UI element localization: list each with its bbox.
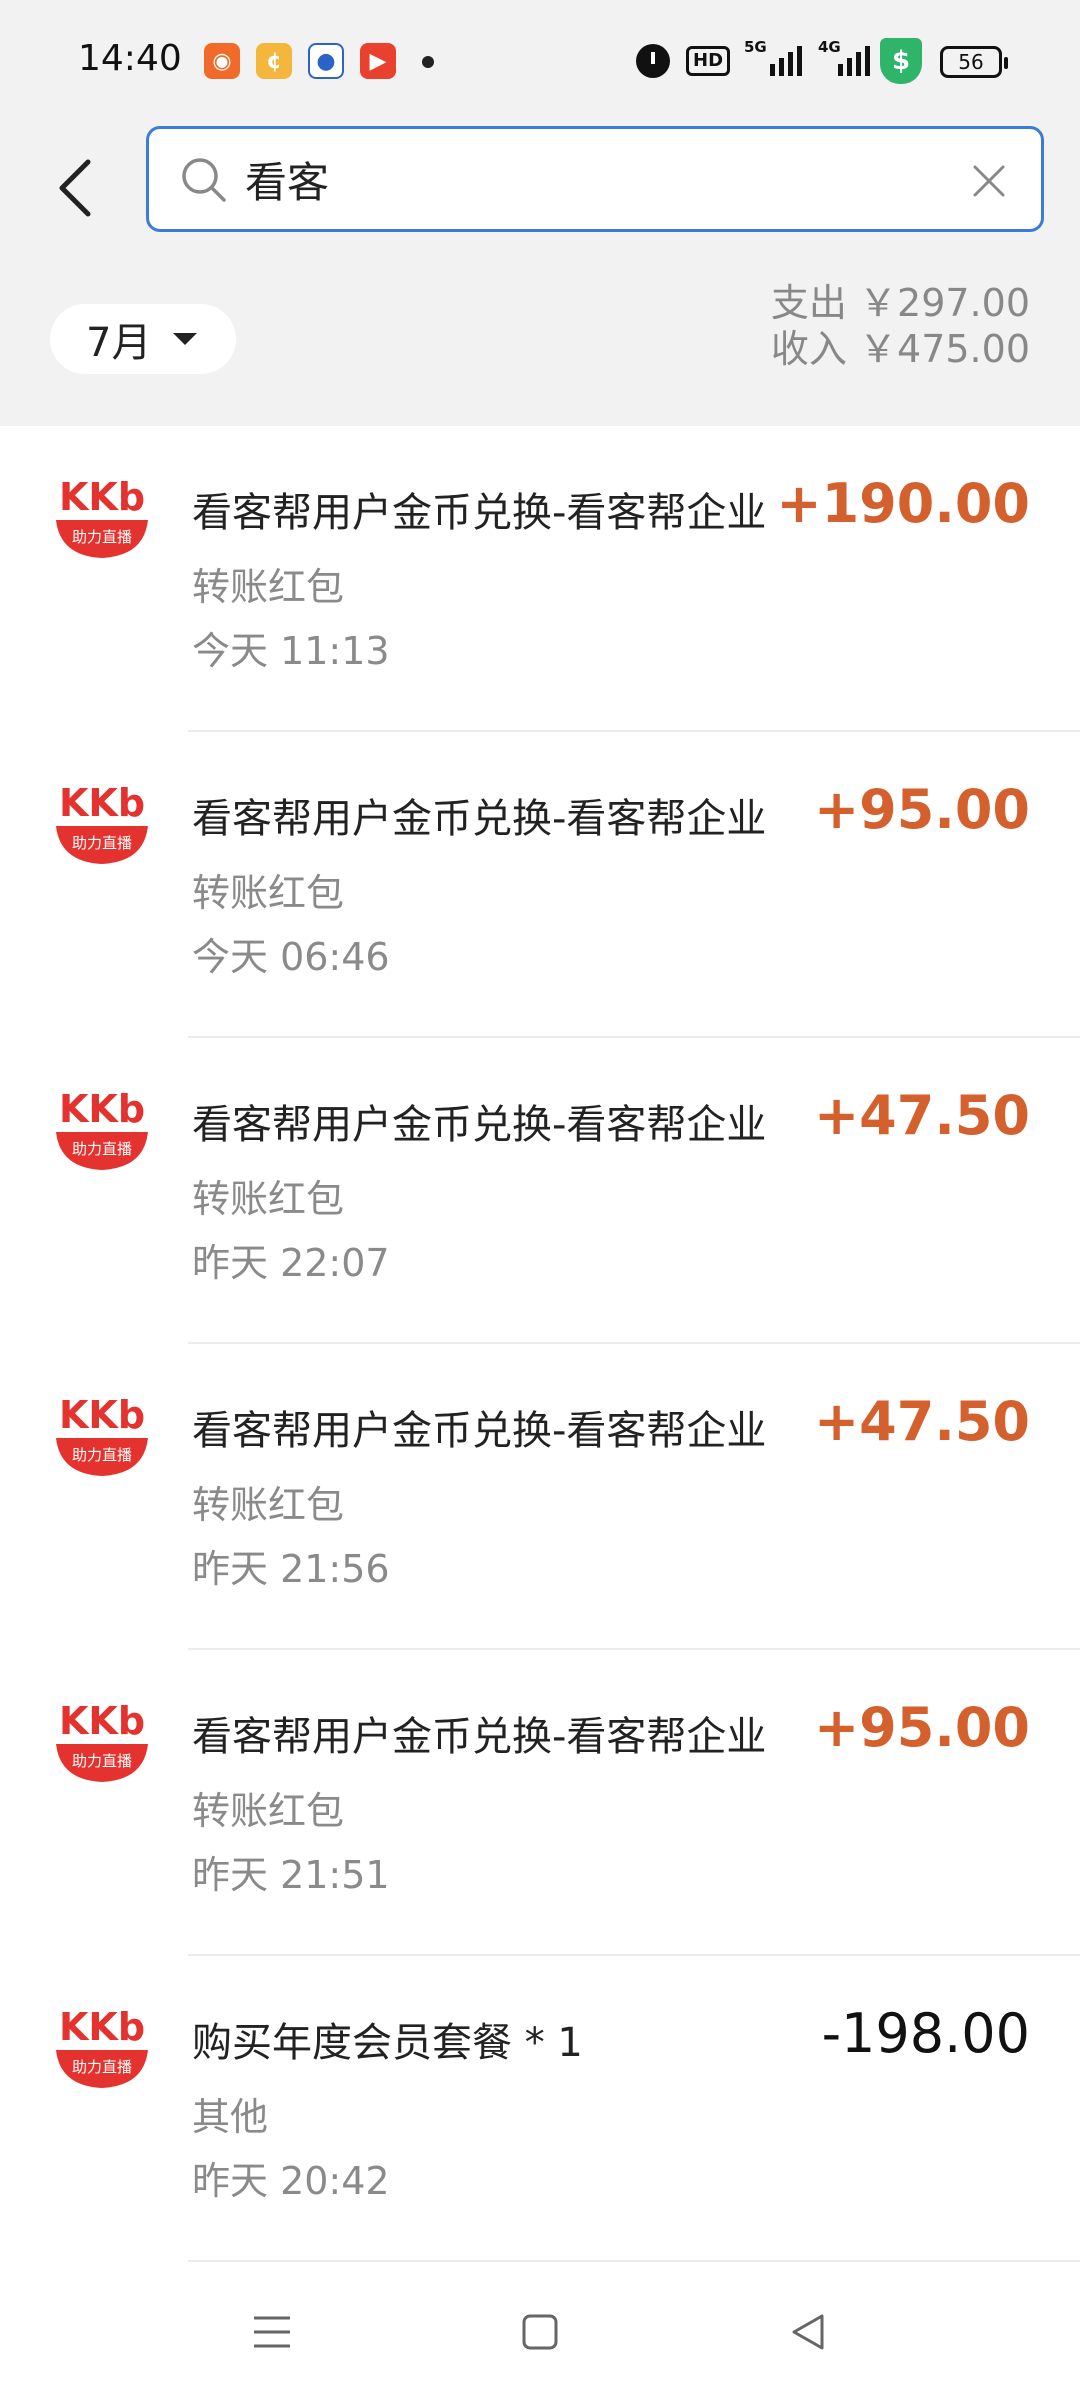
transaction-row[interactable]: KKb 助力直播 购买年度会员套餐 * 1 其他 昨天 20:42 -198.0… [0,1956,1080,2262]
logo-brand: KKb [59,1393,145,1437]
income-label: 收入 [770,327,847,371]
logo-brand: KKb [59,475,145,519]
back-button[interactable] [46,148,106,228]
transaction-amount: +95.00 [813,1696,1030,1759]
expense-summary: 支出 ￥297.00 [771,280,1030,326]
income-value: ￥475.00 [859,327,1030,371]
transaction-time: 昨天 22:07 [192,1241,390,1285]
transaction-time: 昨天 21:51 [192,1853,390,1897]
transaction-row[interactable]: KKb 助力直播 看客帮用户金币兑换-看客帮企业 转账红包 昨天 21:51 +… [0,1650,1080,1956]
transaction-title: 看客帮用户金币兑换-看客帮企业 [192,490,767,536]
battery-icon: 56 [940,46,1008,78]
transaction-row[interactable]: KKb 助力直播 看客帮用户金币兑换-看客帮企业 转账红包 今天 11:13 +… [0,426,1080,732]
kkb-logo-icon: KKb 助力直播 [56,475,148,558]
caret-down-icon [173,333,198,345]
search-header: 7月 支出 ￥297.00 收入 ￥475.00 [0,120,1080,426]
kkb-logo-icon: KKb 助力直播 [56,1087,148,1170]
notification-dot-icon [422,56,434,68]
video-app-icon: ▶ [360,43,396,79]
search-box[interactable] [146,126,1044,232]
kkb-logo-icon: KKb 助力直播 [56,2005,148,2088]
transaction-amount: +190.00 [776,472,1030,535]
coin-app-icon: ¢ [256,43,292,79]
logo-tagline: 助力直播 [72,1140,132,1158]
logo-brand: KKb [59,781,145,825]
logo-tagline: 助力直播 [72,528,132,546]
network-5g-label: 5G [744,38,767,56]
transaction-time: 今天 11:13 [192,629,390,673]
system-nav-bar [0,2262,1080,2400]
clear-icon[interactable] [967,159,1011,203]
transaction-category: 其他 [192,2095,269,2139]
back-triangle-icon[interactable] [784,2308,832,2356]
transaction-amount: +47.50 [813,1084,1030,1147]
app-root: 14:40 ◉ ¢ ● ▶ HD 5G 4G $ 56 看客 7月 支出 ￥29… [0,0,1080,2400]
transaction-row[interactable]: KKb 助力直播 看客帮用户金币兑换-看客帮企业 转账红包 昨天 22:07 +… [0,1038,1080,1344]
kkb-logo-icon: KKb 助力直播 [56,1393,148,1476]
home-icon[interactable] [516,2308,564,2356]
transaction-title: 看客帮用户金币兑换-看客帮企业 [192,1714,767,1760]
alarm-icon [636,44,670,78]
kkb-logo-icon: KKb 助力直播 [56,781,148,864]
transaction-category: 转账红包 [192,1789,345,1833]
transaction-category: 转账红包 [192,565,345,609]
transaction-amount: +47.50 [813,1390,1030,1453]
transaction-title: 看客帮用户金币兑换-看客帮企业 [192,1408,767,1454]
kkb-logo-icon: KKb 助力直播 [56,1699,148,1782]
transaction-row[interactable]: KKb 助力直播 看客帮用户金币兑换-看客帮企业 转账红包 今天 06:46 +… [0,732,1080,1038]
transaction-category: 转账红包 [192,1177,345,1221]
transaction-amount: -198.00 [821,2002,1030,2065]
logo-brand: KKb [59,1087,145,1131]
search-input[interactable] [245,151,925,207]
logo-tagline: 助力直播 [72,834,132,852]
transaction-amount: +95.00 [813,778,1030,841]
shield-icon: $ [880,38,922,84]
transaction-title: 看客帮用户金币兑换-看客帮企业 [192,1102,767,1148]
monthly-summary: 支出 ￥297.00 收入 ￥475.00 [771,280,1030,372]
signal-icon-2 [838,44,870,76]
transaction-list: KKb 助力直播 看客帮用户金币兑换-看客帮企业 转账红包 今天 11:13 +… [0,426,1080,2262]
menu-icon[interactable] [248,2308,296,2356]
status-time: 14:40 [78,38,182,79]
search-icon [182,158,226,202]
expense-label: 支出 [770,281,847,325]
kuaishou-icon: ◉ [204,43,240,79]
transaction-category: 转账红包 [192,1483,345,1527]
transaction-time: 昨天 20:42 [192,2159,390,2203]
transaction-time: 今天 06:46 [192,935,390,979]
logo-tagline: 助力直播 [72,1752,132,1770]
transaction-category: 转账红包 [192,871,345,915]
logo-tagline: 助力直播 [72,2058,132,2076]
transaction-title: 看客帮用户金币兑换-看客帮企业 [192,796,767,842]
chevron-left-icon [59,159,91,217]
month-label: 7月 [86,320,152,366]
logo-tagline: 助力直播 [72,1446,132,1464]
hd-icon: HD [686,46,731,76]
bank-app-icon: ● [308,43,344,79]
logo-brand: KKb [59,2005,145,2049]
transaction-time: 昨天 21:56 [192,1547,390,1591]
signal-icon [770,44,802,76]
logo-brand: KKb [59,1699,145,1743]
status-bar: 14:40 ◉ ¢ ● ▶ HD 5G 4G $ 56 [0,0,1080,120]
month-selector[interactable]: 7月 [50,304,236,374]
expense-value: ￥297.00 [859,281,1030,325]
transaction-title: 购买年度会员套餐 * 1 [192,2020,583,2066]
transaction-row[interactable]: KKb 助力直播 看客帮用户金币兑换-看客帮企业 转账红包 昨天 21:56 +… [0,1344,1080,1650]
income-summary: 收入 ￥475.00 [771,326,1030,372]
